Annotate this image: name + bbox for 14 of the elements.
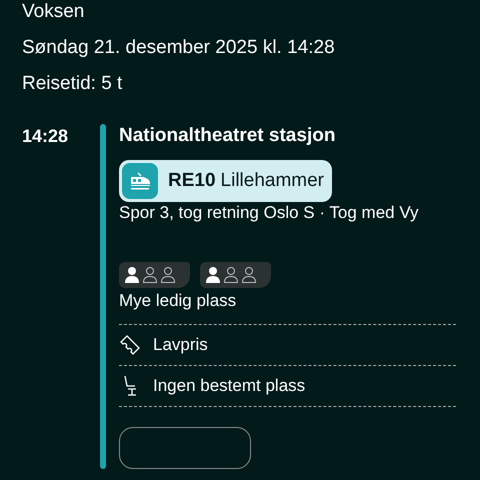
stop-name: Nationaltheatret stasjon <box>119 124 336 148</box>
action-button[interactable] <box>119 427 251 469</box>
occupancy-label: Mye ledig plass <box>119 290 456 325</box>
departure-time: 14:28 <box>22 125 70 148</box>
ticket-icon <box>119 334 141 356</box>
travel-time: Reisetid: 5 t <box>22 72 124 96</box>
feature-label: Ingen bestemt plass <box>153 375 306 397</box>
line-code: RE10 <box>168 170 216 192</box>
line-destination: Lillehammer <box>220 170 324 192</box>
feature-label: Lavpris <box>153 334 208 356</box>
passenger-type: Voksen <box>22 0 86 24</box>
platform-info: Spor 3, tog retning Oslo S · Tog med Vy <box>119 202 420 224</box>
departure-date: Søndag 21. desember 2025 kl. 14:28 <box>22 36 336 60</box>
train-icon <box>122 163 158 199</box>
